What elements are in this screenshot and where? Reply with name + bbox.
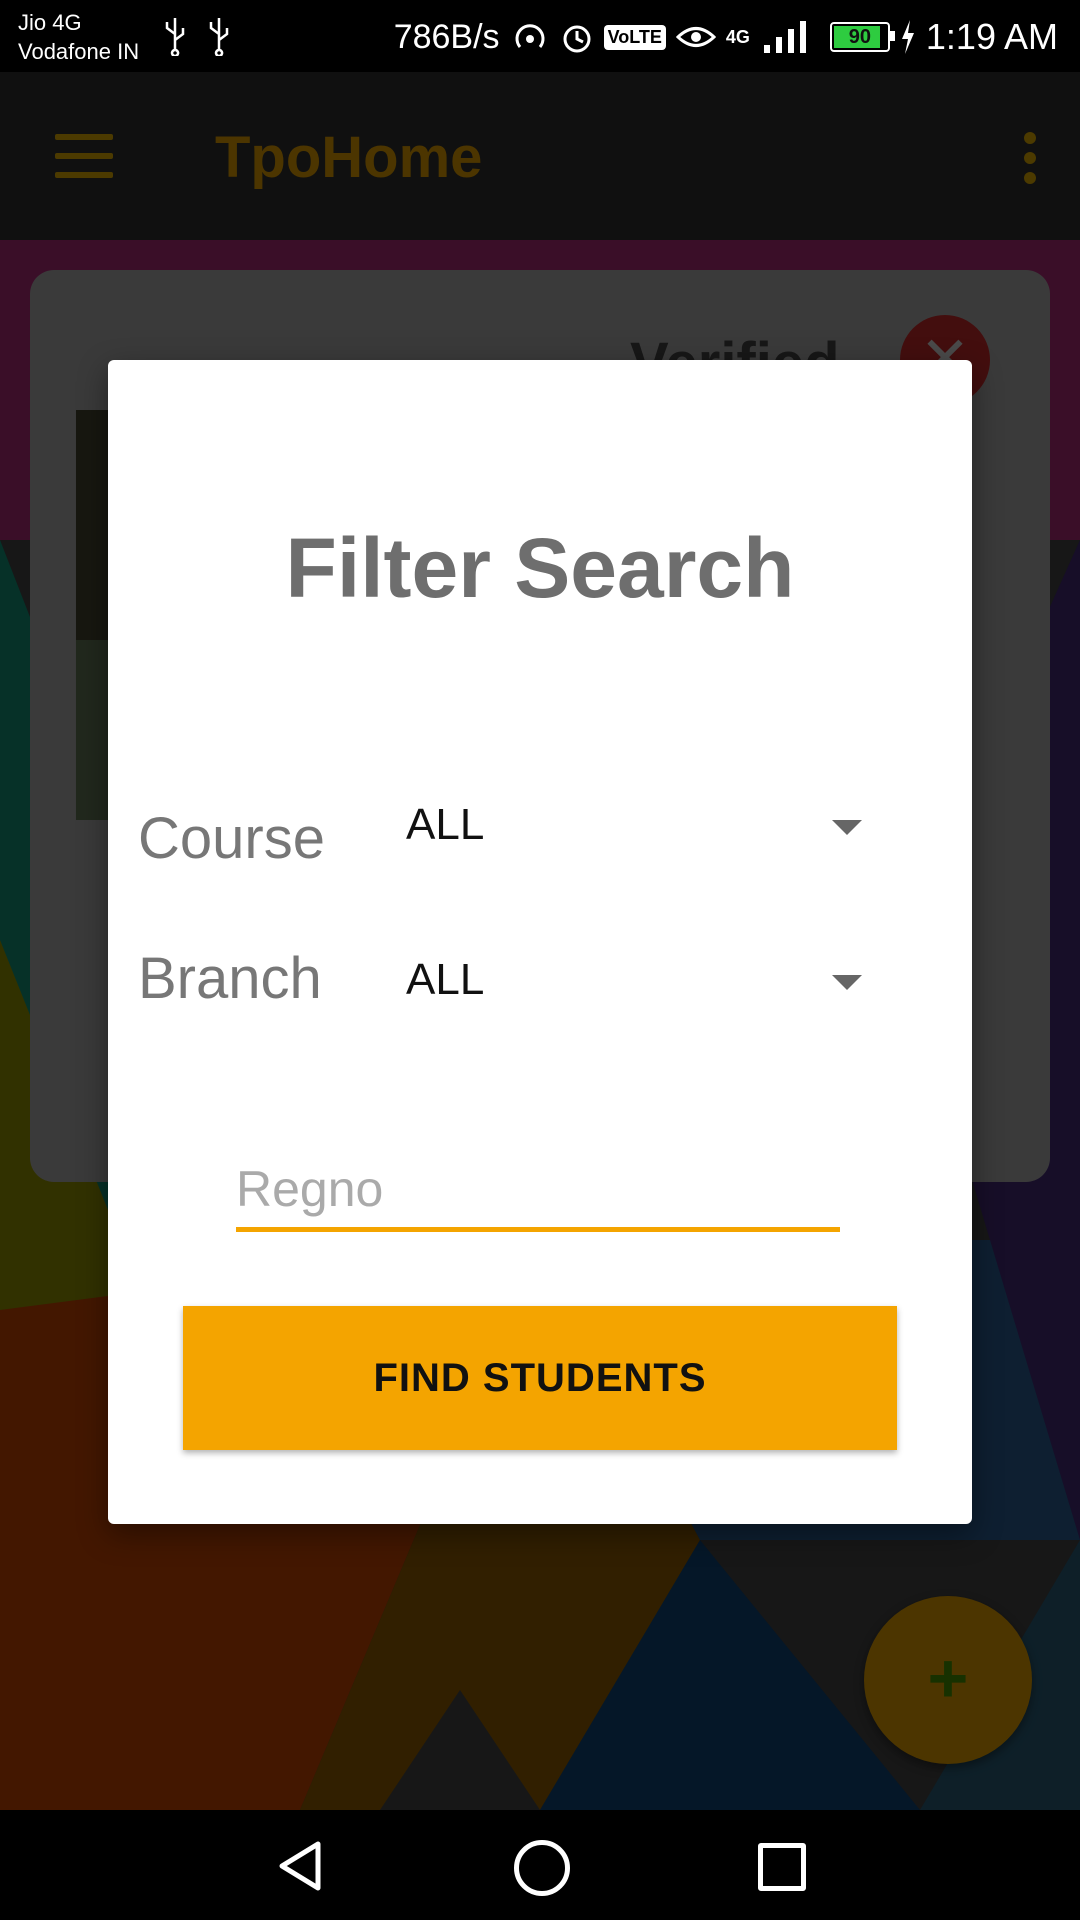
course-value: ALL (406, 800, 485, 849)
regno-field-wrapper (236, 1150, 840, 1232)
hotspot-icon (515, 24, 545, 48)
filter-search-dialog: Filter Search Course ALL Branch ALL FIND… (108, 360, 972, 1524)
carrier-info: Jio 4G Vodafone IN (18, 8, 139, 66)
course-label: Course (138, 806, 325, 871)
find-students-button[interactable]: FIND STUDENTS (183, 1306, 897, 1450)
navigation-bar (0, 1810, 1080, 1920)
dropdown-arrow-icon (832, 820, 862, 835)
course-select[interactable]: ALL (398, 790, 978, 870)
battery-icon: 90 (829, 22, 895, 52)
carrier-line-1: Jio 4G (18, 10, 82, 35)
dropdown-arrow-icon (832, 975, 862, 990)
carrier-line-2: Vodafone IN (18, 39, 140, 64)
charging-icon (901, 20, 914, 54)
eye-icon (675, 27, 716, 47)
volte-icon: VoLTE (603, 24, 666, 50)
alarm-icon (563, 25, 591, 53)
usb-icon (209, 18, 229, 56)
branch-label: Branch (138, 946, 322, 1011)
dialog-title: Filter Search (285, 521, 795, 615)
battery-level: 90 (848, 25, 872, 48)
back-icon[interactable] (276, 1840, 324, 1892)
status-icons: 786B/s VoLTE 4G 90 1:19 AM (394, 12, 1058, 62)
home-icon[interactable] (514, 1840, 570, 1896)
regno-input[interactable] (236, 1150, 840, 1232)
network-type: 4G (725, 26, 750, 47)
branch-select[interactable]: ALL (398, 945, 978, 1025)
signal-icon (763, 21, 806, 53)
recent-apps-icon[interactable] (758, 1843, 806, 1891)
network-speed: 786B/s (393, 17, 500, 56)
status-bar: Jio 4G Vodafone IN 786B/s VoLTE 4G 90 1:… (0, 0, 1080, 72)
clock: 1:19 AM (925, 16, 1058, 57)
usb-icon (165, 18, 185, 56)
branch-value: ALL (406, 955, 485, 1004)
